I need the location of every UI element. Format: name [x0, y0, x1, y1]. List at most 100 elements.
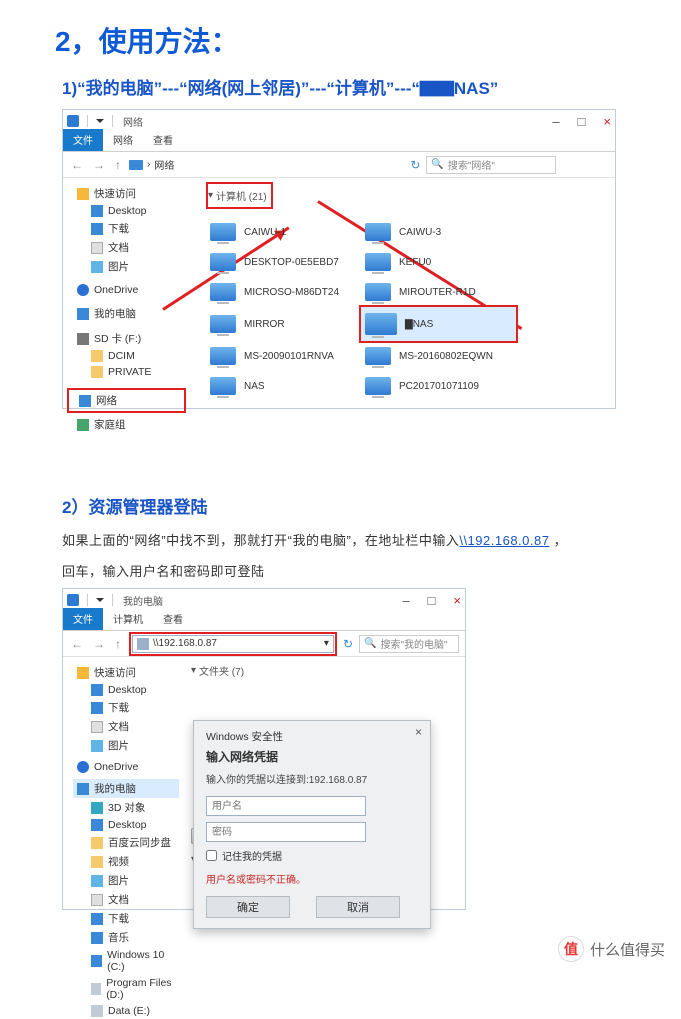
nav-up-button[interactable]: ↑ — [113, 158, 123, 172]
credentials-dialog: × Windows 安全性 输入网络凭据 输入你的凭据以连接到:192.168.… — [193, 720, 431, 929]
qat-dropdown-icon[interactable] — [96, 119, 104, 127]
tree-downloads2[interactable]: 下载 — [73, 909, 179, 928]
tree-3d-objects[interactable]: 3D 对象 — [73, 798, 179, 817]
explorer-window-thispc: 我的电脑 – □ × 文件 计算机 查看 ← → ↑ \\192.168.0.8… — [62, 588, 466, 910]
computer-item[interactable]: DESKTOP-0E5EBD7 — [206, 247, 361, 277]
nav-forward-button[interactable]: → — [91, 637, 107, 651]
dialog-cancel-button[interactable]: 取消 — [316, 896, 400, 918]
tree-data[interactable]: Data (E:) — [73, 1003, 179, 1019]
computer-item[interactable]: MIROUTER-R1D — [361, 277, 516, 307]
nav-back-button[interactable]: ← — [69, 637, 85, 651]
tree-pictures[interactable]: 图片 — [73, 257, 184, 276]
paragraph-instruction-2: 回车，输入用户名和密码即可登陆 — [62, 561, 681, 580]
dialog-subtitle: 输入你的凭据以连接到:192.168.0.87 — [206, 771, 418, 786]
tree-videos[interactable]: 视频 — [73, 852, 179, 871]
tree-program-files[interactable]: Program Files (D:) — [73, 975, 179, 1003]
breadcrumb[interactable]: › 网络 — [129, 157, 174, 172]
tree-desktop[interactable]: Desktop — [73, 203, 184, 219]
ribbon-tab-computer[interactable]: 计算机 — [103, 608, 153, 630]
tree-downloads[interactable]: 下载 — [73, 698, 179, 717]
tree-documents[interactable]: 文档 — [73, 717, 179, 736]
nav-forward-button[interactable]: → — [91, 158, 107, 172]
network-icon — [129, 160, 143, 170]
tree-onedrive[interactable]: OneDrive — [73, 282, 184, 298]
tree-this-pc[interactable]: 我的电脑 — [73, 304, 184, 323]
tree-desktop2[interactable]: Desktop — [73, 817, 179, 833]
ribbon-tab-file[interactable]: 文件 — [63, 608, 103, 630]
computer-item[interactable]: PC201701071109 — [361, 371, 516, 401]
dialog-security-label: Windows 安全性 — [206, 729, 418, 744]
computer-icon — [210, 223, 236, 241]
ribbon-tab-view[interactable]: 查看 — [143, 129, 183, 151]
watermark-icon: 值 — [558, 936, 584, 962]
search-placeholder: 搜索"网络" — [448, 157, 495, 172]
ribbon-tab-network[interactable]: 网络 — [103, 129, 143, 151]
tree-sd-card[interactable]: SD 卡 (F:) — [73, 329, 184, 348]
minimize-button[interactable]: – — [402, 593, 409, 608]
tree-quick-access[interactable]: 快速访问 — [73, 663, 179, 682]
step-1-heading: 1)“我的电脑”---“网络(网上邻居)”---“计算机”---“▇▇NAS” — [62, 74, 681, 99]
computer-item[interactable]: NAS — [206, 371, 361, 401]
search-box[interactable]: 🔍 搜索"我的电脑" — [359, 635, 459, 653]
computer-item[interactable]: CAIWU-1 — [206, 217, 361, 247]
link-nas-address[interactable]: \\192.168.0.87 — [459, 533, 549, 548]
computer-item[interactable]: KEFU0 — [361, 247, 516, 277]
computer-icon — [365, 283, 391, 301]
tree-win10[interactable]: Windows 10 (C:) — [73, 947, 179, 975]
refresh-button[interactable]: ↻ — [343, 637, 353, 651]
username-input[interactable] — [206, 796, 366, 816]
ribbon-tab-view[interactable]: 查看 — [153, 608, 193, 630]
computer-item-nas-highlighted[interactable]: ▇NAS — [361, 307, 516, 341]
remember-checkbox-box[interactable] — [206, 850, 217, 861]
tree-dcim[interactable]: DCIM — [73, 348, 184, 364]
dialog-ok-button[interactable]: 确定 — [206, 896, 290, 918]
nav-up-button[interactable]: ↑ — [113, 637, 123, 651]
dialog-title: 输入网络凭据 — [206, 748, 418, 765]
computer-item[interactable]: MS-20160802EQWN — [361, 341, 516, 371]
computer-icon — [365, 313, 397, 335]
nav-tree: 快速访问 Desktop 下载 文档 图片 OneDrive 我的电脑 SD 卡… — [63, 178, 188, 408]
refresh-button[interactable]: ↻ — [410, 158, 420, 172]
qat-dropdown-icon[interactable] — [96, 598, 104, 606]
ribbon-tab-file[interactable]: 文件 — [63, 129, 103, 151]
tree-this-pc-selected[interactable]: 我的电脑 — [73, 779, 179, 798]
close-button[interactable]: × — [603, 114, 611, 129]
tree-private[interactable]: PRIVATE — [73, 364, 184, 380]
search-icon: 🔍 — [431, 159, 443, 170]
tree-downloads[interactable]: 下载 — [73, 219, 184, 238]
tree-pictures[interactable]: 图片 — [73, 736, 179, 755]
tree-documents[interactable]: 文档 — [73, 238, 184, 257]
computer-item[interactable]: MIRROR — [206, 307, 361, 341]
computer-item[interactable]: MS-20090101RNVA — [206, 341, 361, 371]
tree-homegroup[interactable]: 家庭组 — [73, 415, 184, 434]
tree-onedrive[interactable]: OneDrive — [73, 759, 179, 775]
maximize-button[interactable]: □ — [428, 593, 436, 608]
computer-item[interactable]: CAIWU-3 — [361, 217, 516, 247]
computer-icon — [365, 347, 391, 365]
section-folders[interactable]: ▾文件夹 (7) — [191, 663, 457, 678]
tree-pictures2[interactable]: 图片 — [73, 871, 179, 890]
tree-documents2[interactable]: 文档 — [73, 890, 179, 909]
dialog-error-text: 用户名或密码不正确。 — [206, 871, 418, 886]
computer-item[interactable]: MICROSO-M86DT24 — [206, 277, 361, 307]
content-pane: ▾计算机 (21) CAIWU-1 CAIWU-3 DESKTOP-0E5EBD… — [188, 178, 615, 408]
section-header-computers[interactable]: ▾计算机 (21) — [206, 182, 273, 209]
maximize-button[interactable]: □ — [578, 114, 586, 129]
search-icon: 🔍 — [364, 638, 376, 649]
minimize-button[interactable]: – — [552, 114, 559, 129]
tree-music[interactable]: 音乐 — [73, 928, 179, 947]
tree-network-highlighted[interactable]: 网络 — [67, 388, 186, 413]
nav-back-button[interactable]: ← — [69, 158, 85, 172]
tree-quick-access[interactable]: 快速访问 — [73, 184, 184, 203]
close-button[interactable]: × — [453, 593, 461, 608]
password-input[interactable] — [206, 822, 366, 842]
computer-icon — [210, 377, 236, 395]
dialog-close-button[interactable]: × — [415, 725, 422, 739]
ribbon: 文件 计算机 查看 — [63, 611, 465, 631]
computer-icon — [210, 253, 236, 271]
remember-checkbox[interactable]: 记住我的凭据 — [206, 848, 418, 863]
tree-baidu[interactable]: 百度云同步盘 — [73, 833, 179, 852]
search-box[interactable]: 🔍 搜索"网络" — [426, 156, 556, 174]
address-bar[interactable]: \\192.168.0.87 ▾ — [132, 635, 334, 653]
tree-desktop[interactable]: Desktop — [73, 682, 179, 698]
